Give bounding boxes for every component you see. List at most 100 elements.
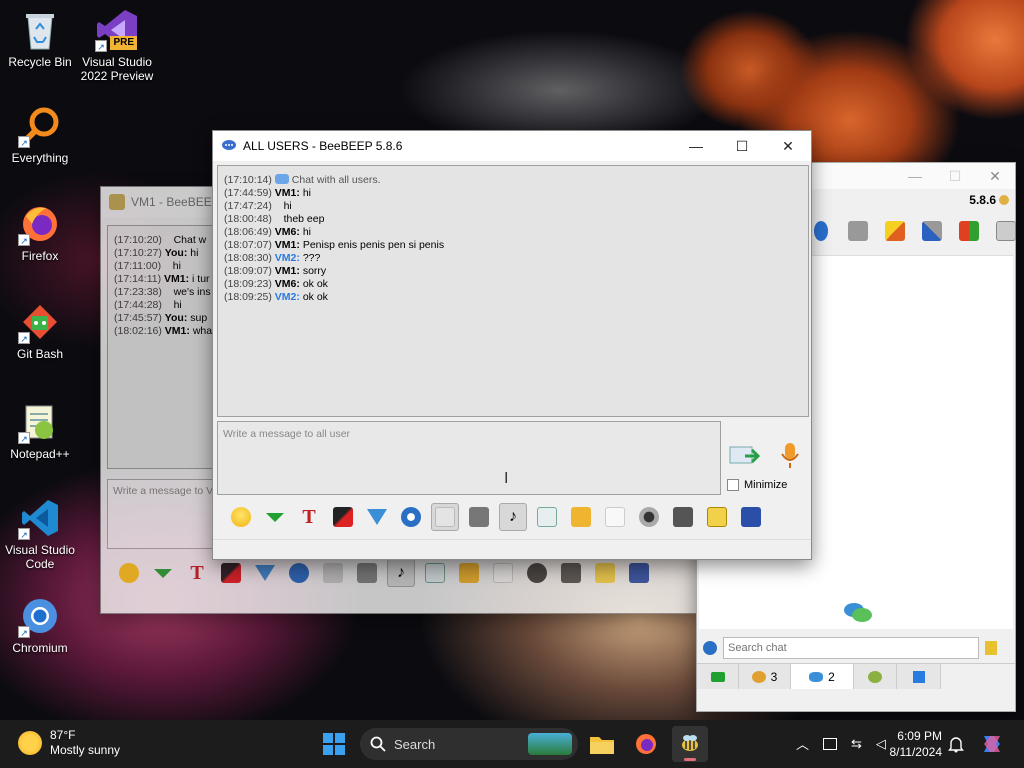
expand-button[interactable] xyxy=(149,559,177,587)
tab-groups[interactable] xyxy=(853,664,897,689)
toolbar-button-5[interactable] xyxy=(955,217,983,245)
copilot-icon[interactable] xyxy=(980,732,1004,759)
chat-message: (17:47:24) hi xyxy=(224,200,802,213)
history-icon xyxy=(673,507,693,527)
display-icon[interactable] xyxy=(823,737,838,750)
version-text: 5.8.6 xyxy=(969,193,996,207)
voice-message-button[interactable] xyxy=(779,441,801,474)
close-button[interactable]: ✕ xyxy=(765,131,811,161)
bee-icon xyxy=(682,735,698,751)
settings-button[interactable] xyxy=(285,559,313,587)
desktop-icon-visual-studio-code[interactable]: ↗ Visual Studio Code xyxy=(0,496,80,571)
history-button[interactable] xyxy=(557,559,585,587)
taskbar-firefox[interactable] xyxy=(628,726,664,762)
taskbar-beebeep[interactable] xyxy=(672,726,708,762)
send-folder-button[interactable] xyxy=(455,559,483,587)
desktop-icon-everything[interactable]: ↗ Everything xyxy=(0,104,80,165)
minimize-button[interactable]: — xyxy=(673,131,719,161)
close-button[interactable]: ✕ xyxy=(975,163,1015,189)
chat-message: (17:44:59) VM1: hi xyxy=(224,187,802,200)
save-button[interactable] xyxy=(737,503,765,531)
weather-temperature: 87°F xyxy=(50,728,76,742)
settings-button[interactable] xyxy=(397,503,425,531)
home-icon xyxy=(710,671,725,682)
tab-files[interactable] xyxy=(897,664,941,689)
clock[interactable]: 6:09 PM 8/11/2024 xyxy=(880,728,943,760)
code-button[interactable] xyxy=(601,503,629,531)
maximize-button[interactable]: ☐ xyxy=(719,131,765,161)
tab-chats[interactable]: 2 xyxy=(791,664,853,689)
git-bash-icon: ↗ xyxy=(18,300,62,344)
taskbar-search[interactable]: Search xyxy=(360,728,578,760)
tab-home[interactable] xyxy=(697,664,739,689)
code-button[interactable] xyxy=(489,559,517,587)
maximize-button[interactable]: ☐ xyxy=(935,163,975,189)
tab-users[interactable]: 3 xyxy=(739,664,791,689)
minimize-button[interactable]: — xyxy=(895,163,935,189)
chat-message: (17:44:28) hi xyxy=(114,299,210,312)
bell-icon[interactable] xyxy=(948,735,964,756)
history-button[interactable] xyxy=(669,503,697,531)
toolbar-button-6[interactable] xyxy=(992,217,1020,245)
start-button[interactable] xyxy=(316,726,352,762)
desktop-icon-label: Recycle Bin xyxy=(8,55,72,69)
clear-search-icon[interactable] xyxy=(985,641,997,655)
sound-button[interactable]: ♪ xyxy=(499,503,527,531)
toolbar-button-2[interactable] xyxy=(844,217,872,245)
send-button[interactable] xyxy=(729,443,761,472)
expand-button[interactable] xyxy=(261,503,289,531)
message-text: Penisp enis penis pen si penis xyxy=(302,239,445,251)
color-button[interactable] xyxy=(329,503,357,531)
send-folder-button[interactable] xyxy=(567,503,595,531)
chat-message: (17:10:27) You: hi xyxy=(114,247,210,260)
emoticon-button[interactable] xyxy=(115,559,143,587)
desktop-icon-git-bash[interactable]: ↗ Git Bash xyxy=(0,300,80,361)
sound-button[interactable]: ♪ xyxy=(387,559,415,587)
code-icon xyxy=(493,563,513,583)
desktop-icon-chromium[interactable]: ↗ Chromium xyxy=(0,594,80,655)
save-button[interactable] xyxy=(625,559,653,587)
trash-icon xyxy=(996,221,1016,241)
filter-button[interactable] xyxy=(251,559,279,587)
send-file-button[interactable] xyxy=(421,559,449,587)
record-button[interactable] xyxy=(523,559,551,587)
spellcheck-button[interactable] xyxy=(431,503,459,531)
message-text: i tur xyxy=(192,273,210,285)
all-users-chat-window[interactable]: ALL USERS - BeeBEEP 5.8.6 — ☐ ✕ (17:10:1… xyxy=(212,130,812,560)
record-icon xyxy=(527,563,547,583)
screenshot-button[interactable] xyxy=(353,559,381,587)
send-file-button[interactable] xyxy=(533,503,561,531)
font-button[interactable]: T xyxy=(295,503,323,531)
desktop-icon-notepad-plus-plus[interactable]: ↗ Notepad++ xyxy=(0,400,80,461)
microphone-icon xyxy=(781,443,799,468)
color-button[interactable] xyxy=(217,559,245,587)
gear-icon[interactable] xyxy=(703,641,717,655)
message-text: we's ins xyxy=(173,286,211,298)
toolbar-button-4[interactable] xyxy=(918,217,946,245)
vm1-message-input[interactable]: Write a message to V xyxy=(107,479,217,549)
notes-button[interactable] xyxy=(703,503,731,531)
desktop-icon-recycle-bin[interactable]: Recycle Bin xyxy=(0,8,80,69)
notes-button[interactable] xyxy=(591,559,619,587)
all-users-titlebar[interactable]: ALL USERS - BeeBEEP 5.8.6 — ☐ ✕ xyxy=(213,131,811,161)
clock-date: 8/11/2024 xyxy=(889,745,943,759)
taskbar-file-explorer[interactable] xyxy=(584,726,620,762)
filter-button[interactable] xyxy=(363,503,391,531)
record-button[interactable] xyxy=(635,503,663,531)
search-chat-input[interactable] xyxy=(723,637,979,659)
toolbar-button-3[interactable] xyxy=(881,217,909,245)
chevron-up-icon[interactable]: ︿ xyxy=(796,734,809,753)
desktop-icon-visual-studio-2022-preview[interactable]: PRE ↗ Visual Studio 2022 Preview xyxy=(77,8,157,83)
bottom-tabs: 3 2 xyxy=(697,663,1015,689)
message-text: theb eep xyxy=(283,213,325,225)
screenshot-button[interactable] xyxy=(465,503,493,531)
desktop-icon-firefox[interactable]: ↗ Firefox xyxy=(0,202,80,263)
minimize-checkbox[interactable] xyxy=(727,479,739,491)
network-icon[interactable]: ⇆ xyxy=(851,736,862,752)
spellcheck-button[interactable] xyxy=(319,559,347,587)
font-button[interactable]: T xyxy=(183,559,211,587)
taskbar: 87°F Mostly sunny Search ︿ ⇆ ◁ 6:09 PM 8… xyxy=(0,720,1024,768)
emoticon-button[interactable] xyxy=(227,503,255,531)
message-input[interactable]: Write a message to all user I xyxy=(217,421,721,495)
weather-widget[interactable]: 87°F Mostly sunny xyxy=(18,728,120,758)
